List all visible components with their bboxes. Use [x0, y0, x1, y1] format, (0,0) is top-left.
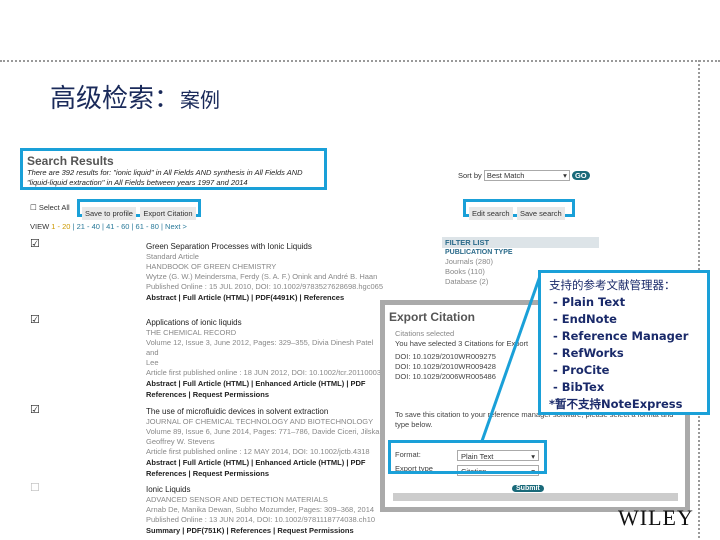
- callout-note: *暂不支持NoteExpress: [549, 397, 683, 411]
- callout-item-label: RefWorks: [561, 346, 624, 360]
- callout-item-label: Plain Text: [561, 295, 626, 309]
- callout-item-label: Reference Manager: [561, 329, 689, 343]
- pointer-line: [480, 275, 542, 442]
- wiley-logo: WILEY: [618, 505, 694, 530]
- callout-item-label: EndNote: [561, 312, 617, 326]
- callout-item: - Reference Manager: [553, 329, 689, 343]
- callout-heading: 支持的参考文献管理器：: [549, 278, 676, 292]
- callout-item: - RefWorks: [553, 346, 624, 360]
- callout-item: - ProCite: [553, 363, 610, 377]
- callout-item-label: BibTex: [561, 380, 605, 394]
- callout-item: - EndNote: [553, 312, 617, 326]
- callout-item-label: ProCite: [561, 363, 610, 377]
- callout-item: - Plain Text: [553, 295, 626, 309]
- reference-manager-callout: 支持的参考文献管理器： - Plain Text - EndNote - Ref…: [538, 270, 710, 415]
- callout-item: - BibTex: [553, 380, 605, 394]
